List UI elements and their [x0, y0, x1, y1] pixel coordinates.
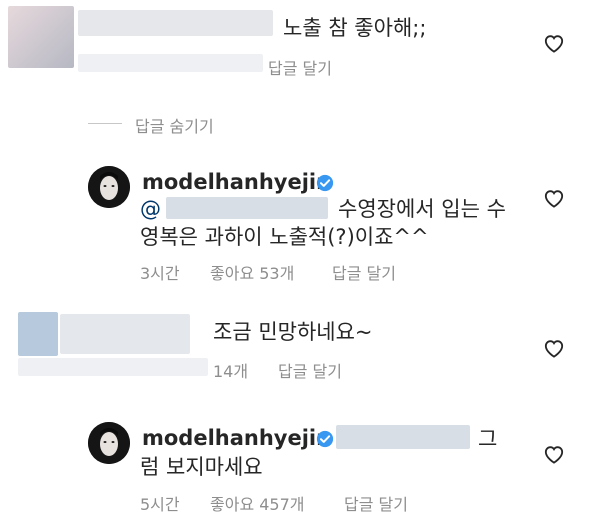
avatar-image	[88, 166, 130, 208]
blurred-avatar	[18, 312, 58, 356]
heart-icon[interactable]	[543, 33, 565, 53]
username[interactable]: modelhanhyejin	[142, 170, 331, 194]
blurred-mention	[166, 197, 328, 219]
likes-count[interactable]: 좋아요 53개	[210, 260, 294, 284]
verified-badge-icon	[316, 430, 334, 448]
comment-text-line2: 영복은 과하이 노출적(?)이죠^^	[140, 225, 429, 249]
heart-icon[interactable]	[543, 444, 565, 464]
likes-count[interactable]: 좋아요 457개	[210, 491, 305, 515]
hide-replies-label[interactable]: 답글 숨기기	[135, 113, 214, 137]
blurred-mention	[336, 425, 470, 449]
comment-text: 노출 참 좋아해;;	[283, 16, 427, 40]
blurred-username	[78, 10, 273, 36]
comment-text-line1: 그	[478, 427, 498, 451]
comment-text-line2: 럼 보지마세요	[140, 455, 263, 479]
comment-text-line1: 수영장에서 입는 수	[338, 197, 506, 221]
comment-text: 조금 민망하네요~	[213, 320, 373, 344]
reply-button[interactable]: 답글 달기	[278, 358, 342, 382]
avatar[interactable]	[88, 422, 130, 464]
blurred-username	[60, 314, 190, 354]
reply-button[interactable]: 답글 달기	[344, 491, 408, 515]
timestamp: 3시간	[140, 264, 180, 283]
divider-line	[88, 123, 122, 124]
heart-icon[interactable]	[543, 338, 565, 358]
blurred-meta	[18, 358, 208, 376]
reply-button[interactable]: 답글 달기	[268, 55, 332, 79]
avatar[interactable]	[88, 166, 130, 208]
reply-button[interactable]: 답글 달기	[332, 260, 396, 284]
avatar-image	[88, 422, 130, 464]
likes-count[interactable]: 14개	[213, 358, 248, 382]
username[interactable]: modelhanhyejin	[142, 426, 331, 450]
blurred-meta	[78, 54, 263, 72]
blurred-avatar	[8, 6, 74, 68]
mention[interactable]: @	[140, 194, 161, 224]
timestamp: 5시간	[140, 495, 180, 514]
heart-icon[interactable]	[543, 188, 565, 208]
verified-badge-icon	[316, 174, 334, 192]
